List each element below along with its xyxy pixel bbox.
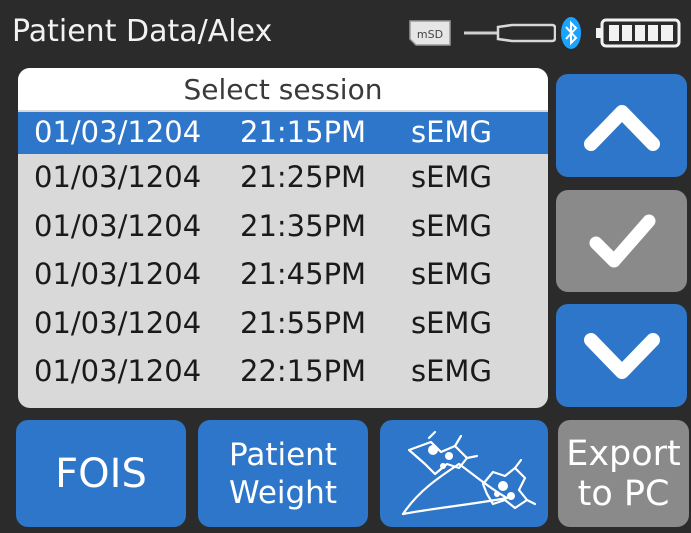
session-time: 21:45PM [240,257,367,291]
session-date: 01/03/1204 [34,305,202,340]
session-date: 01/03/1204 [34,208,202,243]
session-type: sEMG [411,115,492,149]
usb-sensor-icon [464,23,556,43]
session-type: sEMG [411,257,492,291]
session-row[interactable]: 01/03/1204 21:15PM sEMG [18,112,548,154]
session-date: 01/03/1204 [34,115,202,149]
session-row[interactable]: 01/03/1204 22:15PM sEMG [18,348,548,397]
session-time: 21:15PM [240,115,367,149]
chevron-up-icon [583,104,660,151]
device-screen: Patient Data/Alex mSD Select session 01/… [0,0,691,533]
session-row[interactable]: 01/03/1204 21:45PM sEMG [18,251,548,300]
export-label-line1: Export [566,433,681,474]
session-date: 01/03/1204 [34,257,202,291]
session-date: 01/03/1204 [34,354,202,388]
session-time: 22:15PM [240,354,367,388]
patient-weight-label-line1: Patient [229,436,337,473]
session-time: 21:25PM [240,160,367,194]
session-type: sEMG [411,305,492,340]
session-row[interactable]: 01/03/1204 21:55PM sEMG [18,300,548,349]
session-type: sEMG [411,208,492,243]
patient-weight-label-line2: Weight [228,474,337,511]
session-list-panel: Select session 01/03/1204 21:15PM sEMG 0… [18,68,548,408]
session-list: 01/03/1204 21:15PM sEMG 01/03/1204 21:25… [18,112,548,397]
page-title: Patient Data/Alex [12,14,273,49]
session-row[interactable]: 01/03/1204 21:35PM sEMG [18,203,548,252]
chevron-down-icon [583,332,660,379]
confirm-button[interactable] [556,190,687,292]
session-time: 21:35PM [240,208,367,243]
scroll-up-button[interactable] [556,74,687,177]
session-type: sEMG [411,160,492,194]
scroll-down-button[interactable] [556,304,687,407]
svg-text:mSD: mSD [417,28,443,41]
fois-button-label: FOIS [55,450,147,497]
check-icon [589,214,655,268]
swallow-molecule-icon [401,430,537,515]
session-type: sEMG [411,354,492,388]
patient-weight-button[interactable]: Patient Weight [198,420,368,527]
status-bar: Patient Data/Alex mSD [0,0,691,64]
swallow-analysis-button[interactable] [380,420,548,527]
export-to-pc-button[interactable]: Export to PC [558,420,689,527]
export-label-line2: to PC [577,473,670,514]
session-list-header: Select session [18,68,548,110]
battery-icon [596,18,681,48]
session-time: 21:55PM [240,305,367,340]
bluetooth-icon [561,17,581,49]
fois-button[interactable]: FOIS [16,420,186,527]
session-date: 01/03/1204 [34,160,202,194]
sd-card-icon: mSD [409,20,451,46]
session-row[interactable]: 01/03/1204 21:25PM sEMG [18,154,548,203]
